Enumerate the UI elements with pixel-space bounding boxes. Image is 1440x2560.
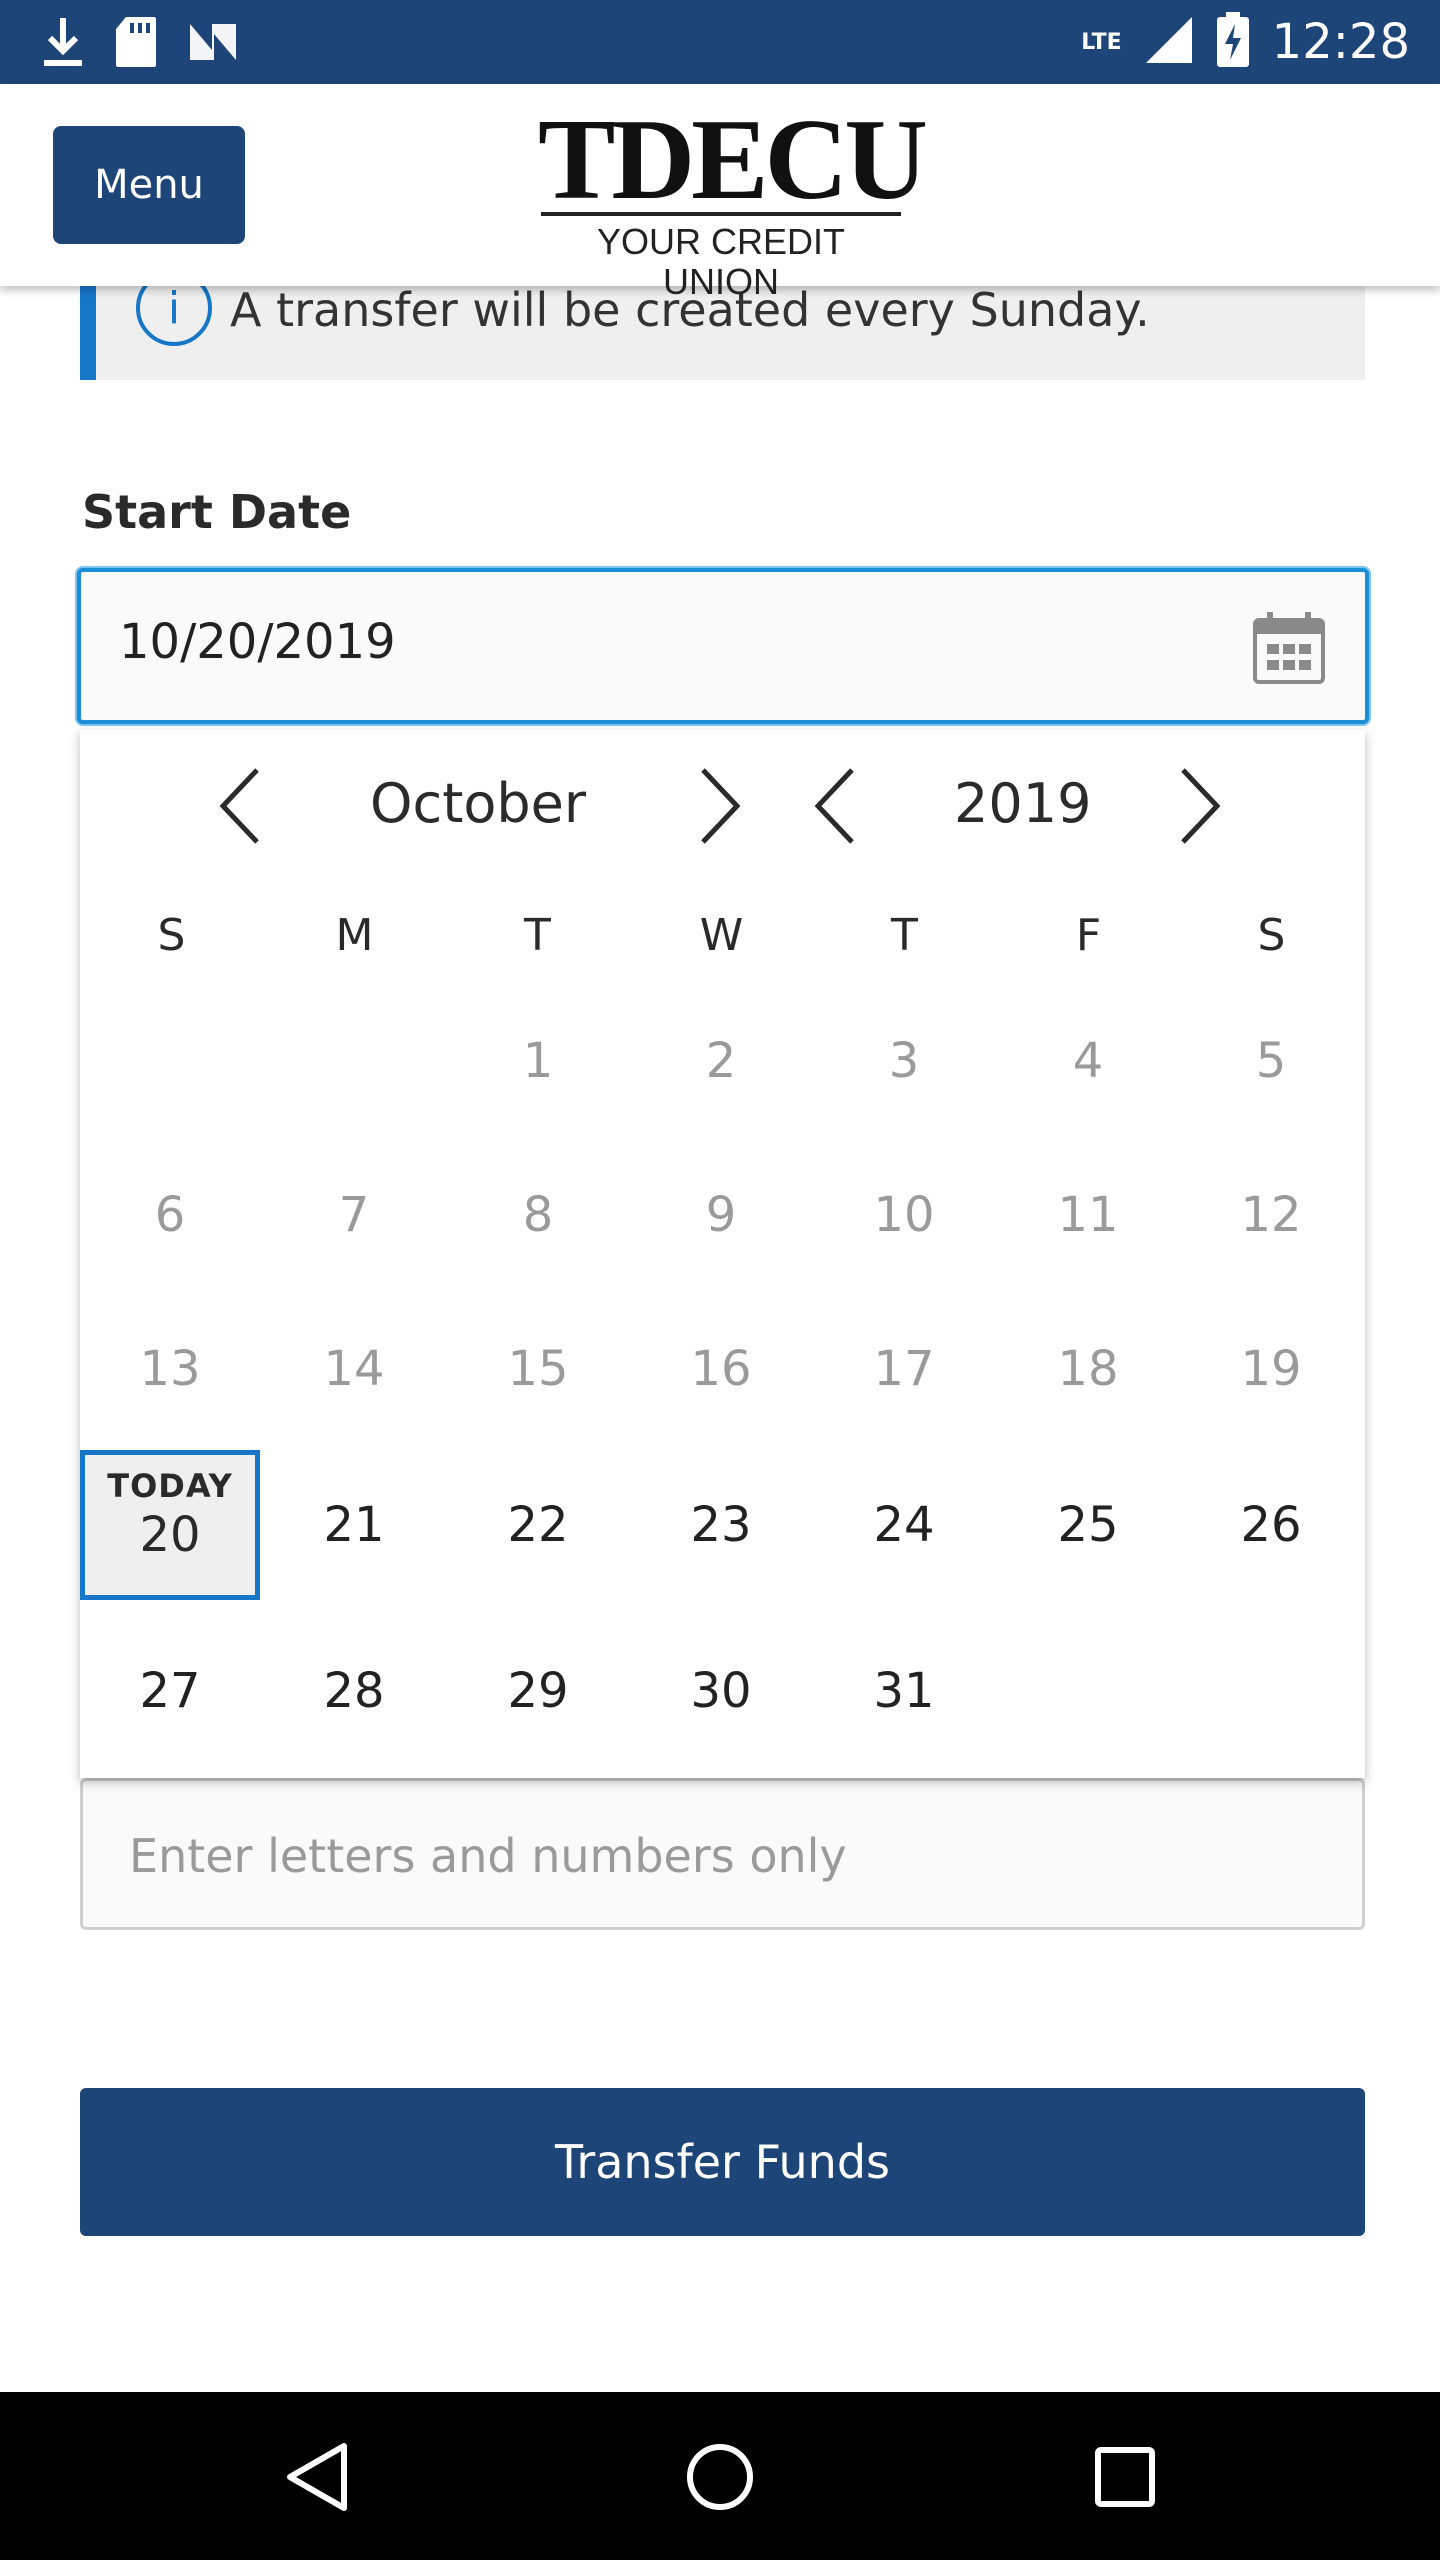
calendar-day[interactable]: 28 — [264, 1616, 444, 1766]
calendar-year: 2019 — [954, 772, 1092, 835]
prev-year-button[interactable] — [795, 756, 875, 856]
weekday-thu: T — [891, 910, 918, 961]
calendar-popover: October 2019 S M T W T F S 1 2 3 4 5 6 7… — [80, 730, 1365, 1778]
calendar-day[interactable]: 24 — [814, 1450, 994, 1600]
today-number: 20 — [139, 1507, 201, 1563]
battery-charging-icon — [1216, 12, 1250, 72]
calendar-day[interactable]: 22 — [448, 1450, 628, 1600]
calendar-day-today[interactable]: TODAY 20 — [80, 1450, 260, 1600]
calendar-day: 4 — [1072, 1033, 1104, 1089]
sd-card-icon — [114, 15, 158, 73]
calendar-day[interactable]: 31 — [814, 1616, 994, 1766]
calendar-day: 16 — [690, 1341, 752, 1397]
prev-month-button[interactable] — [200, 756, 280, 856]
logo-tagline: YOUR CREDIT UNION — [596, 221, 845, 302]
memo-input[interactable]: Enter letters and numbers only — [80, 1778, 1365, 1930]
today-tag: TODAY — [107, 1467, 233, 1505]
calendar-day: 11 — [1057, 1187, 1119, 1243]
clock: 12:28 — [1271, 14, 1410, 70]
weekday-tue: T — [524, 910, 551, 961]
status-bar: LTE 12:28 — [0, 0, 1440, 84]
logo-wordmark: TDECU — [538, 96, 928, 224]
recents-button[interactable] — [1080, 2432, 1170, 2522]
back-triangle-icon — [287, 2443, 347, 2511]
start-date-label: Start Date — [82, 485, 352, 539]
tdecu-logo[interactable]: TDECU YOUR CREDIT UNION — [538, 96, 928, 302]
calendar-day[interactable]: 27 — [80, 1616, 260, 1766]
system-nav-bar — [0, 2392, 1440, 2560]
home-circle-icon — [687, 2444, 753, 2510]
weekday-fri: F — [1075, 910, 1102, 961]
calendar-day: 15 — [507, 1341, 569, 1397]
calendar-day[interactable]: 29 — [448, 1616, 628, 1766]
chevron-left-icon — [219, 768, 259, 844]
memo-placeholder: Enter letters and numbers only — [129, 1829, 847, 1883]
calendar-day: 18 — [1057, 1341, 1119, 1397]
calendar-day: 7 — [338, 1187, 370, 1243]
download-icon — [40, 14, 86, 74]
chevron-right-icon — [1181, 768, 1221, 844]
calendar-day: 6 — [154, 1187, 186, 1243]
calendar-day: 1 — [522, 1033, 554, 1089]
menu-button[interactable]: Menu — [53, 126, 245, 244]
calendar-day[interactable]: 23 — [631, 1450, 811, 1600]
next-year-button[interactable] — [1160, 756, 1240, 856]
calendar-day[interactable]: 30 — [631, 1616, 811, 1766]
home-button[interactable] — [675, 2432, 765, 2522]
calendar-day: 14 — [323, 1341, 385, 1397]
n-icon — [186, 20, 240, 68]
weekday-mon: M — [335, 910, 374, 961]
recents-square-icon — [1095, 2447, 1155, 2507]
calendar-day[interactable]: 21 — [264, 1450, 444, 1600]
weekday-sun: S — [157, 910, 186, 961]
network-type: LTE — [1081, 29, 1122, 55]
start-date-input[interactable]: 10/20/2019 — [77, 568, 1369, 724]
calendar-day: 17 — [873, 1341, 935, 1397]
calendar-day: 12 — [1240, 1187, 1302, 1243]
calendar-day: 2 — [705, 1033, 737, 1089]
calendar-day: 10 — [873, 1187, 935, 1243]
chevron-left-icon — [814, 768, 854, 844]
calendar-day: 5 — [1255, 1033, 1287, 1089]
transfer-funds-button[interactable]: Transfer Funds — [80, 2088, 1365, 2236]
back-button[interactable] — [272, 2432, 362, 2522]
chevron-right-icon — [701, 768, 741, 844]
calendar-icon[interactable] — [1251, 610, 1327, 686]
weekday-sat: S — [1257, 910, 1286, 961]
calendar-day: 9 — [705, 1187, 737, 1243]
calendar-day: 3 — [888, 1033, 920, 1089]
calendar-month: October — [370, 772, 587, 835]
calendar-day: 19 — [1240, 1341, 1302, 1397]
next-month-button[interactable] — [680, 756, 760, 856]
calendar-day[interactable]: 26 — [1181, 1450, 1361, 1600]
weekday-wed: W — [699, 910, 744, 961]
calendar-day: 13 — [139, 1341, 201, 1397]
calendar-day[interactable]: 25 — [998, 1450, 1178, 1600]
calendar-day: 8 — [522, 1187, 554, 1243]
weekday-header: S M T W T F S — [80, 910, 1365, 990]
app-header: Menu TDECU YOUR CREDIT UNION — [0, 84, 1440, 302]
signal-icon — [1144, 15, 1194, 69]
start-date-value: 10/20/2019 — [119, 614, 396, 670]
